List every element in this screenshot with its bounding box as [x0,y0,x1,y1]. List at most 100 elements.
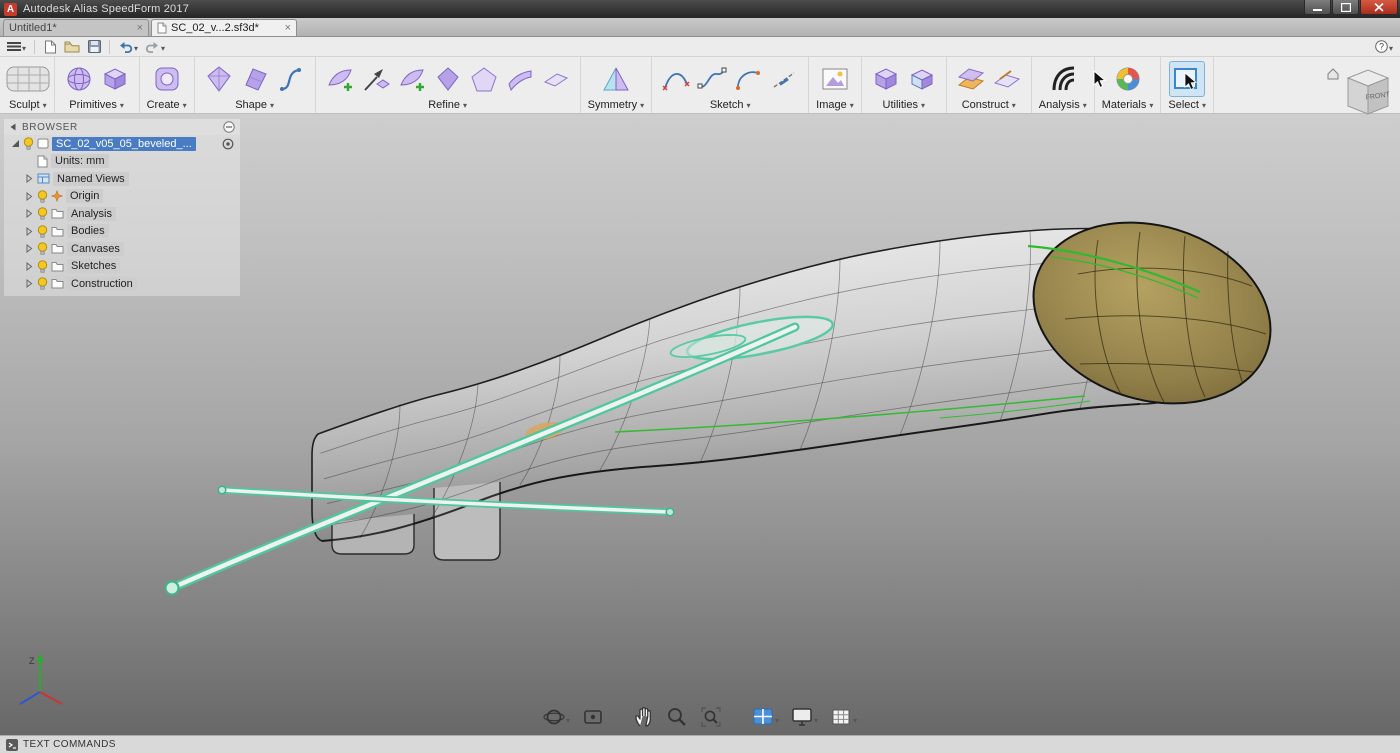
redo-button[interactable] [143,38,167,56]
maximize-button[interactable] [1332,0,1359,15]
browser-item-sketches[interactable]: Sketches [4,258,240,276]
bulb-icon[interactable] [23,137,34,150]
look-at-button[interactable] [580,704,606,730]
display-settings-button[interactable] [789,704,820,730]
sketch-spline-button[interactable] [695,62,729,96]
tri-collapsed-icon[interactable] [25,227,33,236]
open-folder-button[interactable] [62,38,82,56]
sketch-arc-button[interactable] [731,62,765,96]
ribbon-group-label[interactable]: Refine [428,99,467,112]
tri-collapsed-icon[interactable] [25,262,33,271]
refine-sheet-button[interactable] [503,62,537,96]
new-doc-button[interactable] [41,38,59,56]
analysis-zebra-button[interactable] [1046,62,1080,96]
refine-arrow-button[interactable] [359,62,393,96]
grid-settings-button[interactable] [828,704,859,730]
document-tab-1[interactable]: SC_02_v...2.sf3d*× [151,19,297,36]
browser-item-label[interactable]: Canvases [67,242,124,256]
browser-item-label[interactable]: Units: mm [51,154,109,168]
browser-item-bodies[interactable]: Bodies [4,223,240,241]
viewports-button[interactable] [750,704,781,730]
bulb-icon[interactable] [37,225,48,238]
sculpt-lattice-button[interactable] [11,62,45,96]
browser-item-label[interactable]: Analysis [67,207,116,221]
ribbon-group-label[interactable]: Shape [235,99,274,112]
image-canvas-button[interactable] [818,62,852,96]
refine-kite-button[interactable] [431,62,465,96]
ribbon-group-label[interactable]: Materials [1102,99,1154,112]
tri-expanded-icon[interactable] [11,139,20,148]
tri-collapsed-icon[interactable] [25,244,33,253]
bulb-icon[interactable] [37,190,48,203]
bulb-icon[interactable] [37,242,48,255]
ribbon-group-label[interactable]: Create [147,99,187,112]
browser-item-units-mm[interactable]: Units: mm [4,153,240,171]
tab-close-icon[interactable]: × [137,22,143,34]
browser-item-named-views[interactable]: Named Views [4,170,240,188]
view-cube[interactable]: FRONT [1326,62,1398,127]
3d-model[interactable] [166,194,1294,594]
ribbon-group-label[interactable]: Image [816,99,854,112]
materials-ball-button[interactable] [1111,62,1145,96]
viewport-canvas[interactable]: Z BROWSER SC_02_v05_05_beveled_...Units:… [0,114,1400,735]
browser-item-analysis[interactable]: Analysis [4,205,240,223]
tri-collapsed-icon[interactable] [25,192,33,201]
browser-item-label[interactable]: Construction [67,277,137,291]
ribbon-group-label[interactable]: Analysis [1039,99,1087,112]
shape-kite2-button[interactable] [238,62,272,96]
refine-pentagon-button[interactable] [467,62,501,96]
ribbon-group-label[interactable]: Sketch [710,99,751,112]
orbit-button[interactable] [541,704,572,730]
ribbon-group-label[interactable]: Construct [962,99,1016,112]
home-icon[interactable] [1328,69,1338,79]
ribbon-group-label[interactable]: Utilities [883,99,925,112]
browser-item-label[interactable]: Named Views [53,172,129,186]
zoom-fit-button[interactable] [698,704,724,730]
shape-kite-button[interactable] [202,62,236,96]
status-label[interactable]: TEXT COMMANDS [23,739,116,750]
sketch-curve-button[interactable] [659,62,693,96]
close-button[interactable] [1360,0,1398,15]
browser-item-canvases[interactable]: Canvases [4,240,240,258]
sketch-segment-button[interactable] [767,62,801,96]
refine-leaf-plus2-button[interactable] [395,62,429,96]
refine-plane-button[interactable] [539,62,573,96]
save-button[interactable] [85,38,103,56]
bulb-icon[interactable] [37,260,48,273]
tri-collapsed-icon[interactable] [25,174,33,183]
minimize-button[interactable] [1304,0,1331,15]
target-icon[interactable] [222,138,234,150]
refine-leaf-plus-button[interactable] [323,62,357,96]
bulb-icon[interactable] [37,277,48,290]
browser-item-sc-02-v05-05-beveled[interactable]: SC_02_v05_05_beveled_... [4,135,240,153]
ribbon-group-label[interactable]: Select [1168,99,1206,112]
zoom-button[interactable] [664,704,690,730]
construct-planes-button[interactable] [954,62,988,96]
text-commands-icon[interactable] [6,739,18,751]
undo-button[interactable] [116,38,140,56]
collapse-panel-icon[interactable] [9,123,17,131]
shape-scurve-button[interactable] [274,62,308,96]
document-tab-0[interactable]: Untitled1*× [3,19,149,36]
browser-item-origin[interactable]: Origin [4,188,240,206]
create-form-button[interactable] [150,62,184,96]
ribbon-group-label[interactable]: Sculpt [9,99,47,112]
visibility-toggle-icon[interactable] [223,121,235,133]
primitive-box-button[interactable] [98,62,132,96]
utility-box2-button[interactable] [905,62,939,96]
browser-item-label[interactable]: Origin [66,189,103,203]
symmetry-pyramid-button[interactable] [599,62,633,96]
utility-box-button[interactable] [869,62,903,96]
pan-button[interactable] [632,704,656,730]
ribbon-group-label[interactable]: Primitives [69,99,124,112]
tab-close-icon[interactable]: × [285,22,291,34]
menu-button[interactable] [5,38,28,56]
browser-item-construction[interactable]: Construction [4,275,240,293]
browser-item-label[interactable]: Sketches [67,259,120,273]
ribbon-group-label[interactable]: Symmetry [588,99,645,112]
tri-collapsed-icon[interactable] [25,209,33,218]
browser-item-label[interactable]: SC_02_v05_05_beveled_... [52,137,196,151]
construct-planes2-button[interactable] [990,62,1024,96]
bulb-icon[interactable] [37,207,48,220]
help-button[interactable]: ? [1373,38,1395,56]
